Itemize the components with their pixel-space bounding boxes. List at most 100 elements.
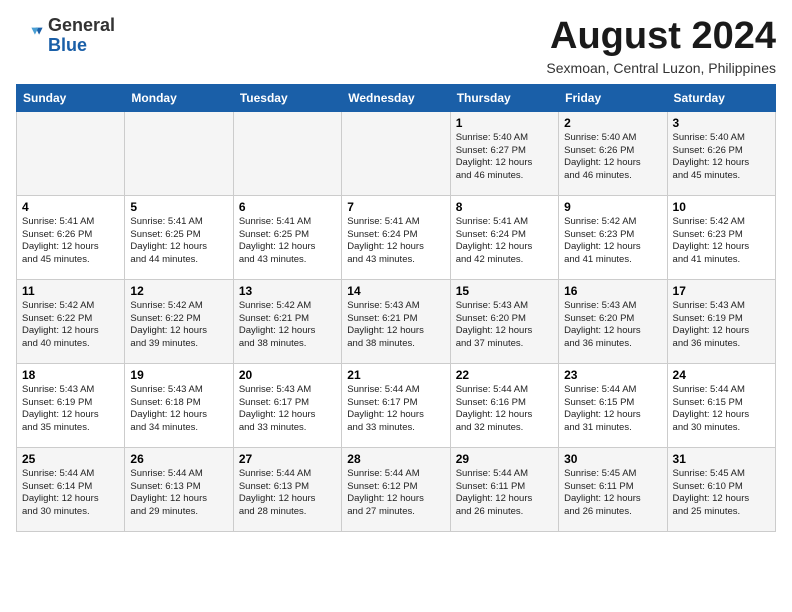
- calendar-cell: 4 Sunrise: 5:41 AMSunset: 6:26 PMDaylight…: [17, 195, 125, 279]
- calendar-cell: 13 Sunrise: 5:42 AMSunset: 6:21 PMDayligh…: [233, 279, 341, 363]
- day-info: Sunrise: 5:41 AMSunset: 6:24 PMDaylight:…: [456, 216, 553, 267]
- day-info: Sunrise: 5:43 AMSunset: 6:20 PMDaylight:…: [564, 300, 661, 351]
- day-number: 11: [22, 284, 119, 298]
- day-info: Sunrise: 5:44 AMSunset: 6:17 PMDaylight:…: [347, 384, 444, 435]
- day-info: Sunrise: 5:43 AMSunset: 6:18 PMDaylight:…: [130, 384, 227, 435]
- calendar-cell: 16 Sunrise: 5:43 AMSunset: 6:20 PMDayligh…: [559, 279, 667, 363]
- day-number: 19: [130, 368, 227, 382]
- calendar-table: SundayMondayTuesdayWednesdayThursdayFrid…: [16, 84, 776, 532]
- calendar-cell: 10Sunrise: 5:42 AMSunset: 6:23 PMDayligh…: [667, 195, 775, 279]
- day-number: 4: [22, 200, 119, 214]
- day-number: 30: [564, 452, 661, 466]
- day-number: 25: [22, 452, 119, 466]
- day-number: 2: [564, 116, 661, 130]
- calendar-cell: 8 Sunrise: 5:41 AMSunset: 6:24 PMDaylight…: [450, 195, 558, 279]
- day-info: Sunrise: 5:40 AMSunset: 6:26 PMDaylight:…: [673, 132, 770, 183]
- day-info: Sunrise: 5:42 AMSunset: 6:21 PMDaylight:…: [239, 300, 336, 351]
- day-info: Sunrise: 5:44 AMSunset: 6:14 PMDaylight:…: [22, 468, 119, 519]
- day-number: 6: [239, 200, 336, 214]
- calendar-cell: 19 Sunrise: 5:43 AMSunset: 6:18 PMDayligh…: [125, 363, 233, 447]
- weekday-header-wednesday: Wednesday: [342, 84, 450, 111]
- day-info: Sunrise: 5:43 AMSunset: 6:19 PMDaylight:…: [22, 384, 119, 435]
- logo-icon: [16, 22, 44, 50]
- calendar-cell: 3 Sunrise: 5:40 AMSunset: 6:26 PMDaylight…: [667, 111, 775, 195]
- calendar-cell: [17, 111, 125, 195]
- calendar-cell: 9 Sunrise: 5:42 AMSunset: 6:23 PMDaylight…: [559, 195, 667, 279]
- calendar-cell: 5Sunrise: 5:41 AMSunset: 6:25 PMDaylight…: [125, 195, 233, 279]
- day-number: 13: [239, 284, 336, 298]
- calendar-cell: 22Sunrise: 5:44 AMSunset: 6:16 PMDayligh…: [450, 363, 558, 447]
- day-number: 3: [673, 116, 770, 130]
- day-info: Sunrise: 5:45 AMSunset: 6:11 PMDaylight:…: [564, 468, 661, 519]
- day-info: Sunrise: 5:42 AMSunset: 6:23 PMDaylight:…: [564, 216, 661, 267]
- calendar-cell: [125, 111, 233, 195]
- calendar-cell: 25 Sunrise: 5:44 AMSunset: 6:14 PMDayligh…: [17, 447, 125, 531]
- calendar-cell: [342, 111, 450, 195]
- calendar-cell: 14 Sunrise: 5:43 AMSunset: 6:21 PMDayligh…: [342, 279, 450, 363]
- day-number: 23: [564, 368, 661, 382]
- day-number: 15: [456, 284, 553, 298]
- calendar-cell: 30 Sunrise: 5:45 AMSunset: 6:11 PMDayligh…: [559, 447, 667, 531]
- calendar-week-row: 25 Sunrise: 5:44 AMSunset: 6:14 PMDayligh…: [17, 447, 776, 531]
- title-block: August 2024 Sexmoan, Central Luzon, Phil…: [546, 16, 776, 76]
- day-number: 8: [456, 200, 553, 214]
- calendar-subtitle: Sexmoan, Central Luzon, Philippines: [546, 60, 776, 76]
- day-info: Sunrise: 5:42 AMSunset: 6:22 PMDaylight:…: [130, 300, 227, 351]
- calendar-cell: 15Sunrise: 5:43 AMSunset: 6:20 PMDayligh…: [450, 279, 558, 363]
- calendar-week-row: 18Sunrise: 5:43 AMSunset: 6:19 PMDayligh…: [17, 363, 776, 447]
- day-number: 14: [347, 284, 444, 298]
- weekday-header-tuesday: Tuesday: [233, 84, 341, 111]
- calendar-cell: 11 Sunrise: 5:42 AMSunset: 6:22 PMDayligh…: [17, 279, 125, 363]
- day-number: 17: [673, 284, 770, 298]
- calendar-cell: 2 Sunrise: 5:40 AMSunset: 6:26 PMDaylight…: [559, 111, 667, 195]
- day-info: Sunrise: 5:45 AMSunset: 6:10 PMDaylight:…: [673, 468, 770, 519]
- calendar-cell: 26 Sunrise: 5:44 AMSunset: 6:13 PMDayligh…: [125, 447, 233, 531]
- day-number: 12: [130, 284, 227, 298]
- calendar-cell: 1Sunrise: 5:40 AMSunset: 6:27 PMDaylight…: [450, 111, 558, 195]
- calendar-title: August 2024: [546, 16, 776, 58]
- calendar-cell: [233, 111, 341, 195]
- calendar-cell: 20 Sunrise: 5:43 AMSunset: 6:17 PMDayligh…: [233, 363, 341, 447]
- calendar-cell: 27Sunrise: 5:44 AMSunset: 6:13 PMDayligh…: [233, 447, 341, 531]
- calendar-cell: 21 Sunrise: 5:44 AMSunset: 6:17 PMDayligh…: [342, 363, 450, 447]
- day-number: 20: [239, 368, 336, 382]
- day-number: 28: [347, 452, 444, 466]
- day-number: 29: [456, 452, 553, 466]
- day-info: Sunrise: 5:42 AMSunset: 6:22 PMDaylight:…: [22, 300, 119, 351]
- day-number: 16: [564, 284, 661, 298]
- day-number: 31: [673, 452, 770, 466]
- weekday-header-sunday: Sunday: [17, 84, 125, 111]
- calendar-cell: 29 Sunrise: 5:44 AMSunset: 6:11 PMDayligh…: [450, 447, 558, 531]
- weekday-header-thursday: Thursday: [450, 84, 558, 111]
- day-info: Sunrise: 5:44 AMSunset: 6:13 PMDaylight:…: [130, 468, 227, 519]
- weekday-header-row: SundayMondayTuesdayWednesdayThursdayFrid…: [17, 84, 776, 111]
- day-number: 5: [130, 200, 227, 214]
- day-info: Sunrise: 5:43 AMSunset: 6:21 PMDaylight:…: [347, 300, 444, 351]
- logo-blue-text: Blue: [48, 35, 87, 55]
- calendar-cell: 6 Sunrise: 5:41 AMSunset: 6:25 PMDaylight…: [233, 195, 341, 279]
- day-info: Sunrise: 5:44 AMSunset: 6:15 PMDaylight:…: [673, 384, 770, 435]
- day-number: 26: [130, 452, 227, 466]
- calendar-cell: 28 Sunrise: 5:44 AMSunset: 6:12 PMDayligh…: [342, 447, 450, 531]
- day-info: Sunrise: 5:43 AMSunset: 6:17 PMDaylight:…: [239, 384, 336, 435]
- day-info: Sunrise: 5:41 AMSunset: 6:26 PMDaylight:…: [22, 216, 119, 267]
- day-number: 27: [239, 452, 336, 466]
- day-info: Sunrise: 5:44 AMSunset: 6:15 PMDaylight:…: [564, 384, 661, 435]
- day-number: 21: [347, 368, 444, 382]
- day-number: 10: [673, 200, 770, 214]
- logo-general-text: General: [48, 15, 115, 35]
- day-info: Sunrise: 5:41 AMSunset: 6:25 PMDaylight:…: [239, 216, 336, 267]
- calendar-week-row: 11 Sunrise: 5:42 AMSunset: 6:22 PMDayligh…: [17, 279, 776, 363]
- calendar-cell: 17 Sunrise: 5:43 AMSunset: 6:19 PMDayligh…: [667, 279, 775, 363]
- day-number: 24: [673, 368, 770, 382]
- calendar-cell: 7Sunrise: 5:41 AMSunset: 6:24 PMDaylight…: [342, 195, 450, 279]
- day-number: 9: [564, 200, 661, 214]
- day-info: Sunrise: 5:43 AMSunset: 6:19 PMDaylight:…: [673, 300, 770, 351]
- day-info: Sunrise: 5:40 AMSunset: 6:26 PMDaylight:…: [564, 132, 661, 183]
- calendar-cell: 24 Sunrise: 5:44 AMSunset: 6:15 PMDayligh…: [667, 363, 775, 447]
- day-info: Sunrise: 5:44 AMSunset: 6:11 PMDaylight:…: [456, 468, 553, 519]
- calendar-week-row: 1Sunrise: 5:40 AMSunset: 6:27 PMDaylight…: [17, 111, 776, 195]
- day-info: Sunrise: 5:40 AMSunset: 6:27 PMDaylight:…: [456, 132, 553, 183]
- day-number: 22: [456, 368, 553, 382]
- day-info: Sunrise: 5:44 AMSunset: 6:12 PMDaylight:…: [347, 468, 444, 519]
